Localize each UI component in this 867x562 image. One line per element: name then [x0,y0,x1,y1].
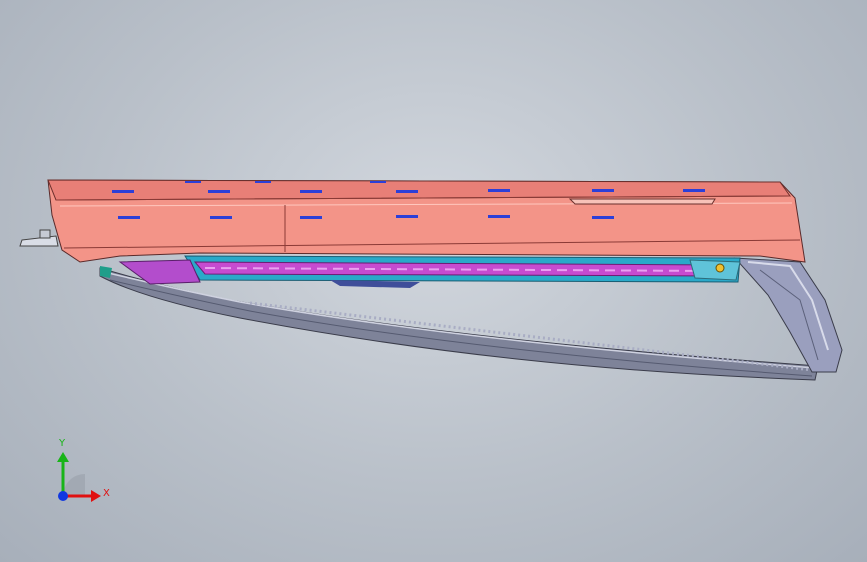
cad-model-view[interactable] [0,0,867,562]
x-axis-label: X [103,488,110,499]
triad-graphic [57,452,101,502]
coordinate-triad: Y X [45,436,125,516]
inner-mechanism[interactable] [100,255,741,288]
blade-assembly[interactable] [99,267,819,381]
cad-viewport[interactable]: Y X [0,0,867,562]
y-axis-label: Y [59,438,66,449]
hinge-bracket[interactable] [733,257,843,373]
